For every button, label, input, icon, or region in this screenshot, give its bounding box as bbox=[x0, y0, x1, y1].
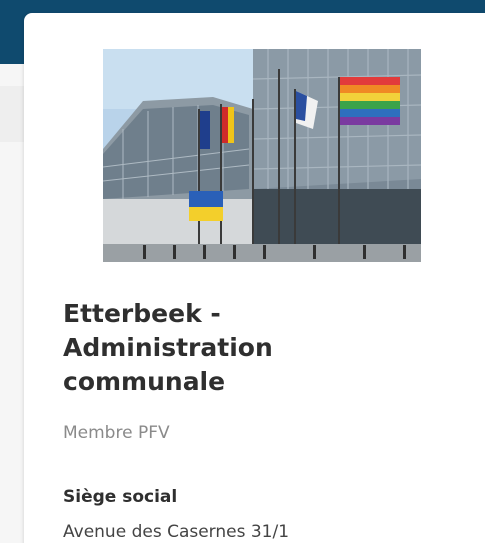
headquarters-address: Avenue des Casernes 31/1 bbox=[63, 522, 290, 542]
membership-status: Membre PFV bbox=[63, 423, 170, 443]
headquarters-label: Siège social bbox=[63, 487, 178, 507]
organization-card[interactable]: Etterbeek - Administration communale Mem… bbox=[24, 13, 485, 543]
left-panel bbox=[0, 64, 24, 543]
organization-name: Etterbeek - Administration communale bbox=[63, 299, 273, 396]
building-photo bbox=[103, 49, 421, 262]
left-panel-item bbox=[0, 86, 24, 142]
